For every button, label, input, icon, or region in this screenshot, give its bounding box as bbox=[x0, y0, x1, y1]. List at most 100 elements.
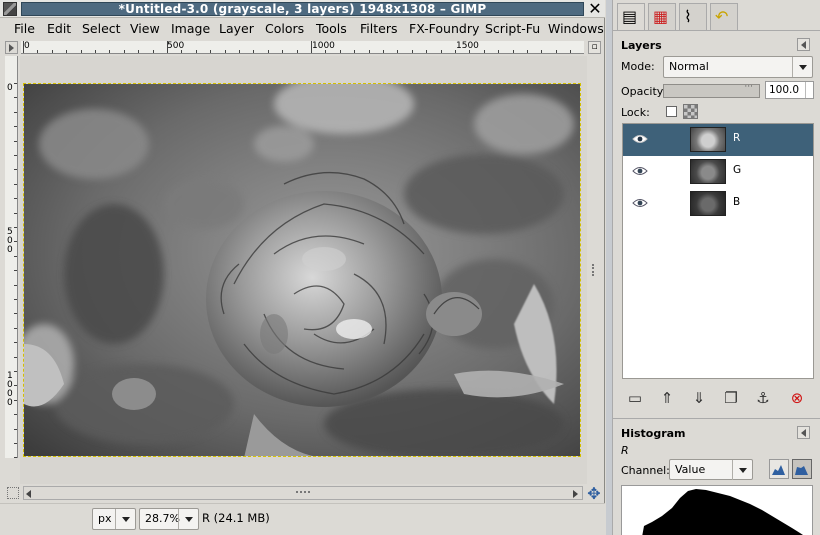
linear-histogram-icon[interactable] bbox=[769, 459, 789, 479]
menu-file[interactable]: File bbox=[14, 19, 35, 38]
layer-row-r[interactable]: R bbox=[623, 124, 813, 156]
ruler-tick bbox=[14, 342, 17, 344]
ruler-tick bbox=[14, 399, 17, 401]
image-canvas[interactable] bbox=[23, 83, 581, 457]
zoom-value: 28.7% bbox=[145, 512, 180, 525]
gimp-window-icon[interactable] bbox=[3, 2, 17, 16]
vertical-ruler[interactable]: 0 5 0 0 1 0 0 0 bbox=[5, 56, 18, 458]
opacity-spinbox[interactable]: 100.0 bbox=[765, 81, 814, 99]
ruler-menu-button[interactable] bbox=[5, 41, 18, 54]
zoom-to-fit-button[interactable]: ▫ bbox=[588, 41, 601, 54]
ruler-tick bbox=[14, 83, 17, 84]
scroll-right-arrow-icon[interactable] bbox=[573, 490, 578, 498]
ruler-tick bbox=[239, 50, 240, 53]
menu-image[interactable]: Image bbox=[171, 19, 210, 38]
chevron-down-icon[interactable] bbox=[792, 57, 812, 77]
scroll-grip[interactable] bbox=[296, 491, 310, 495]
ruler-tick bbox=[167, 41, 168, 53]
delete-layer-icon[interactable]: ⊗ bbox=[786, 387, 808, 409]
log-histogram-icon[interactable] bbox=[792, 459, 812, 479]
zoom-selector[interactable]: 28.7% bbox=[139, 508, 199, 530]
layer-thumbnail bbox=[690, 191, 726, 216]
tab-channels[interactable]: ▦ bbox=[648, 3, 676, 30]
undo-icon: ↶ bbox=[715, 7, 729, 26]
opacity-value: 100.0 bbox=[769, 84, 800, 96]
ruler-tick bbox=[138, 50, 140, 53]
lock-alpha-checkbox[interactable] bbox=[666, 106, 677, 117]
ruler-tick bbox=[469, 50, 471, 53]
ruler-tick bbox=[152, 50, 154, 53]
ruler-tick bbox=[181, 50, 183, 53]
ruler-tick bbox=[383, 50, 384, 53]
layer-row-g[interactable]: G bbox=[623, 156, 813, 188]
ruler-tick bbox=[354, 50, 356, 53]
channel-selector[interactable]: Value bbox=[669, 459, 753, 480]
menu-view[interactable]: View bbox=[130, 19, 160, 38]
ruler-tick bbox=[368, 50, 370, 53]
tab-layers[interactable]: ▤ bbox=[617, 3, 645, 31]
opacity-slider[interactable]: ··· bbox=[663, 82, 760, 98]
tab-undo[interactable]: ↶ bbox=[710, 3, 738, 30]
menu-bar: File Edit Select View Image Layer Colors… bbox=[0, 19, 605, 38]
layers-panel-title: Layers bbox=[621, 39, 662, 52]
chevron-down-icon[interactable] bbox=[732, 460, 752, 480]
anchor-layer-icon[interactable]: ⚓ bbox=[752, 387, 774, 409]
ruler-tick bbox=[267, 50, 269, 53]
menu-edit[interactable]: Edit bbox=[47, 19, 71, 38]
layer-name: G bbox=[733, 164, 742, 176]
unit-selector[interactable]: px bbox=[92, 508, 136, 530]
horizontal-ruler[interactable]: 0 500 1000 1500 bbox=[21, 41, 584, 54]
histogram-panel: Histogram R Channel: Value bbox=[613, 418, 820, 535]
quick-mask-toggle[interactable] bbox=[7, 487, 19, 499]
ruler-label: 5 0 0 bbox=[7, 227, 13, 255]
channels-icon: ▦ bbox=[653, 7, 669, 26]
visibility-eye-icon[interactable] bbox=[632, 133, 648, 145]
menu-filters[interactable]: Filters bbox=[360, 19, 397, 38]
mode-selector[interactable]: Normal bbox=[663, 56, 813, 78]
scroll-left-arrow-icon[interactable] bbox=[26, 490, 31, 498]
menu-colors[interactable]: Colors bbox=[265, 19, 304, 38]
dock-tabs: ▤ ▦ ⌇ ↶ bbox=[613, 0, 820, 31]
layer-name: B bbox=[733, 196, 741, 208]
ruler-tick bbox=[66, 50, 68, 53]
menu-select[interactable]: Select bbox=[82, 19, 121, 38]
menu-fx-foundry[interactable]: FX-Foundry bbox=[409, 19, 479, 38]
ruler-tick bbox=[455, 50, 456, 53]
duplicate-layer-icon[interactable]: ❐ bbox=[720, 387, 742, 409]
horizontal-scrollbar[interactable] bbox=[23, 486, 583, 500]
alpha-checker-icon bbox=[683, 104, 698, 119]
menu-tools[interactable]: Tools bbox=[316, 19, 347, 38]
ruler-tick bbox=[14, 327, 17, 329]
vertical-scrollbar[interactable] bbox=[588, 56, 602, 484]
layer-buttons: ▭ ⇑ ⇓ ❐ ⚓ ⊗ bbox=[622, 383, 814, 413]
new-layer-icon[interactable]: ▭ bbox=[624, 387, 646, 409]
ruler-tick bbox=[14, 371, 17, 372]
ruler-tick bbox=[14, 212, 17, 214]
spin-arrows-icon[interactable] bbox=[805, 82, 813, 98]
chevron-down-icon[interactable] bbox=[178, 509, 198, 529]
ruler-tick bbox=[555, 50, 557, 53]
histogram-graph[interactable] bbox=[621, 485, 813, 535]
paths-icon: ⌇ bbox=[684, 7, 692, 26]
lower-layer-icon[interactable]: ⇓ bbox=[688, 387, 710, 409]
ruler-tick bbox=[14, 198, 17, 200]
navigate-move-icon[interactable]: ✥ bbox=[586, 486, 602, 502]
chevron-down-icon[interactable] bbox=[115, 509, 135, 529]
close-window-icon[interactable]: ✕ bbox=[587, 1, 603, 17]
menu-script-fu[interactable]: Script-Fu bbox=[485, 19, 540, 38]
menu-windows[interactable]: Windows bbox=[548, 19, 604, 38]
menu-layer[interactable]: Layer bbox=[219, 19, 254, 38]
panel-menu-icon[interactable] bbox=[797, 38, 810, 51]
ruler-tick bbox=[282, 50, 284, 53]
layer-row-b[interactable]: B bbox=[623, 188, 813, 220]
visibility-eye-icon[interactable] bbox=[632, 165, 648, 177]
layer-list[interactable]: R G B bbox=[622, 123, 814, 379]
scroll-grip[interactable] bbox=[592, 264, 598, 276]
title-bar[interactable]: *Untitled-3.0 (grayscale, 3 layers) 1948… bbox=[0, 0, 605, 18]
tab-paths[interactable]: ⌇ bbox=[679, 3, 707, 30]
panel-menu-icon[interactable] bbox=[797, 426, 810, 439]
raise-layer-icon[interactable]: ⇑ bbox=[656, 387, 678, 409]
ruler-tick bbox=[14, 428, 17, 430]
ruler-tick bbox=[527, 50, 528, 53]
visibility-eye-icon[interactable] bbox=[632, 197, 648, 209]
